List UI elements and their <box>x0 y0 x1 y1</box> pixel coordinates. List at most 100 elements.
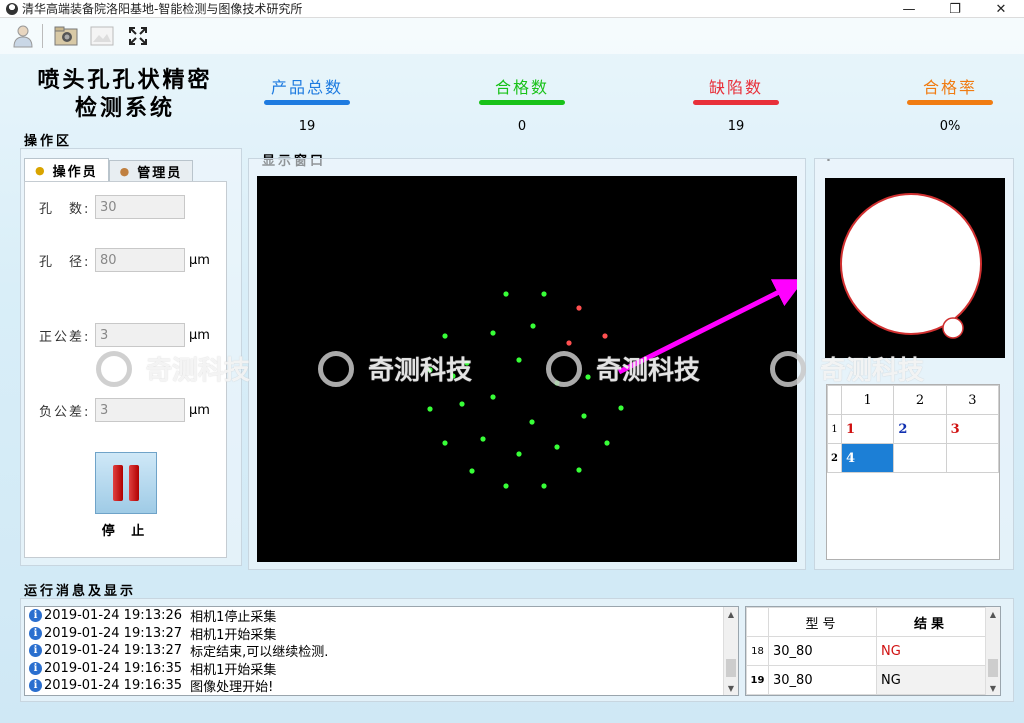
row-index: 19 <box>746 665 769 695</box>
log-line: i 2019-01-24 19:13:27 标定结束,可以继续检测. <box>25 642 738 660</box>
app-title-line2: 检测系统 <box>74 95 175 121</box>
tab-operator[interactable]: ● 操作员 <box>24 158 109 182</box>
grid-cell-selected[interactable]: 4 <box>840 443 895 473</box>
log-line: i 2019-01-24 19:16:35 图像处理开始! <box>25 677 738 695</box>
hole-diameter-label: 孔 径: <box>39 254 91 270</box>
scroll-thumb[interactable] <box>726 659 736 677</box>
log-scrollbar[interactable]: ▲ ▼ <box>723 607 738 695</box>
table-row[interactable]: 19 30_80 NG <box>746 665 986 695</box>
zoomed-hole-view <box>825 178 1005 358</box>
hole-dot <box>469 468 475 474</box>
hole-dot <box>459 401 465 407</box>
stat-defect: 缺陷数 19 <box>681 74 791 134</box>
message-log[interactable]: i 2019-01-24 19:13:26 相机1停止采集 i 2019-01-… <box>24 606 739 696</box>
image-icon[interactable] <box>89 23 115 49</box>
toolbar-separator <box>42 24 43 48</box>
defect-hole <box>602 333 608 339</box>
window-title: 清华高端装备院洛阳基地-智能检测与图像技术研究所 <box>22 2 303 16</box>
result-header-model: 型号 <box>768 607 877 637</box>
log-message: 标定结束,可以继续检测. <box>190 645 329 661</box>
toolbar <box>0 18 1024 54</box>
tab-label: 管理员 <box>137 166 183 181</box>
camera-folder-icon[interactable] <box>53 23 79 49</box>
defect-hole <box>566 340 572 346</box>
row-model: 30_80 <box>768 636 877 666</box>
stat-value: 0 <box>517 119 527 134</box>
fullscreen-icon[interactable] <box>125 23 151 49</box>
log-time: 2019-01-24 19:16:35 <box>44 660 183 676</box>
grid-cell[interactable]: 3 <box>945 414 1000 444</box>
stat-pass-rate: 合格率 0% <box>895 74 1005 134</box>
hole-dot <box>464 360 470 366</box>
hole-dot <box>541 291 547 297</box>
info-icon: i <box>29 626 42 640</box>
hole-dot <box>581 413 587 419</box>
tab-admin[interactable]: ● 管理员 <box>108 160 194 182</box>
info-icon: i <box>29 644 42 658</box>
hole-diameter-input[interactable] <box>95 248 185 272</box>
result-header-result: 结果 <box>876 607 986 637</box>
zoomed-hole <box>840 193 982 335</box>
hole-dot <box>442 333 448 339</box>
table-row[interactable]: 18 30_80 NG <box>746 636 986 666</box>
scroll-thumb[interactable] <box>988 659 998 677</box>
log-time: 2019-01-24 19:16:35 <box>44 678 183 694</box>
scroll-down-icon[interactable]: ▼ <box>724 681 738 695</box>
negative-tolerance-label: 负公差: <box>39 404 91 420</box>
hole-dot <box>490 330 496 336</box>
hole-count-row: 孔 数: <box>39 195 185 219</box>
stat-value: 19 <box>298 119 316 134</box>
hole-count-label: 孔 数: <box>39 201 91 217</box>
hole-dot <box>604 440 610 446</box>
minimize-button[interactable]: — <box>886 0 932 18</box>
log-line: i 2019-01-24 19:13:27 相机1开始采集 <box>25 625 738 643</box>
operation-section-label: 操作区 <box>24 134 73 149</box>
maximize-button[interactable]: ❐ <box>932 0 978 18</box>
log-message: 相机1开始采集 <box>190 627 277 643</box>
log-message: 图像处理开始! <box>190 680 274 696</box>
scroll-down-icon[interactable]: ▼ <box>986 681 1000 695</box>
stat-underline <box>264 100 350 105</box>
grid-cell[interactable]: 2 <box>893 414 947 444</box>
pause-icon-bar <box>129 465 139 501</box>
hole-dot <box>529 419 535 425</box>
image-display[interactable] <box>257 176 805 562</box>
hole-dot <box>480 436 486 442</box>
stop-button[interactable] <box>95 452 157 514</box>
result-table[interactable]: 型号 结果 18 30_80 NG 19 30_80 NG ▲ ▼ <box>745 606 1001 696</box>
hole-dot <box>618 405 624 411</box>
operator-icon: ● <box>35 164 47 177</box>
stat-pass: 合格数 0 <box>467 74 577 134</box>
close-button[interactable]: ✕ <box>978 0 1024 18</box>
info-icon: i <box>29 679 42 693</box>
grid-cell[interactable] <box>893 443 947 473</box>
grid-col-header: 2 <box>893 385 947 415</box>
user-icon[interactable] <box>10 23 36 49</box>
hole-dot <box>554 380 560 386</box>
hole-dot <box>554 444 560 450</box>
hole-dot <box>503 483 509 489</box>
log-line: i 2019-01-24 19:16:35 相机1开始采集 <box>25 660 738 678</box>
grid-row-header: 2 <box>827 443 842 473</box>
log-message: 相机1开始采集 <box>190 662 277 678</box>
hole-dot <box>490 394 496 400</box>
hole-count-input[interactable] <box>95 195 185 219</box>
scroll-up-icon[interactable]: ▲ <box>986 607 1000 621</box>
stop-button-label: 停 止 <box>101 524 151 539</box>
hole-dot <box>442 440 448 446</box>
result-scrollbar[interactable]: ▲ ▼ <box>985 607 1000 695</box>
grid-cell[interactable]: 1 <box>840 414 895 444</box>
hole-dot <box>541 483 547 489</box>
negative-tolerance-input[interactable] <box>95 398 185 422</box>
grid-cell[interactable] <box>945 443 1000 473</box>
stat-total: 产品总数 19 <box>252 74 362 134</box>
stat-underline <box>479 100 565 105</box>
hole-dot <box>427 367 433 373</box>
positive-tolerance-unit: μm <box>189 327 210 343</box>
stat-label: 合格率 <box>922 78 977 97</box>
hole-dot <box>427 406 433 412</box>
positive-tolerance-input[interactable] <box>95 323 185 347</box>
scroll-up-icon[interactable]: ▲ <box>724 607 738 621</box>
hole-diameter-row: 孔 径: μm <box>39 248 210 272</box>
negative-tolerance-unit: μm <box>189 402 210 418</box>
